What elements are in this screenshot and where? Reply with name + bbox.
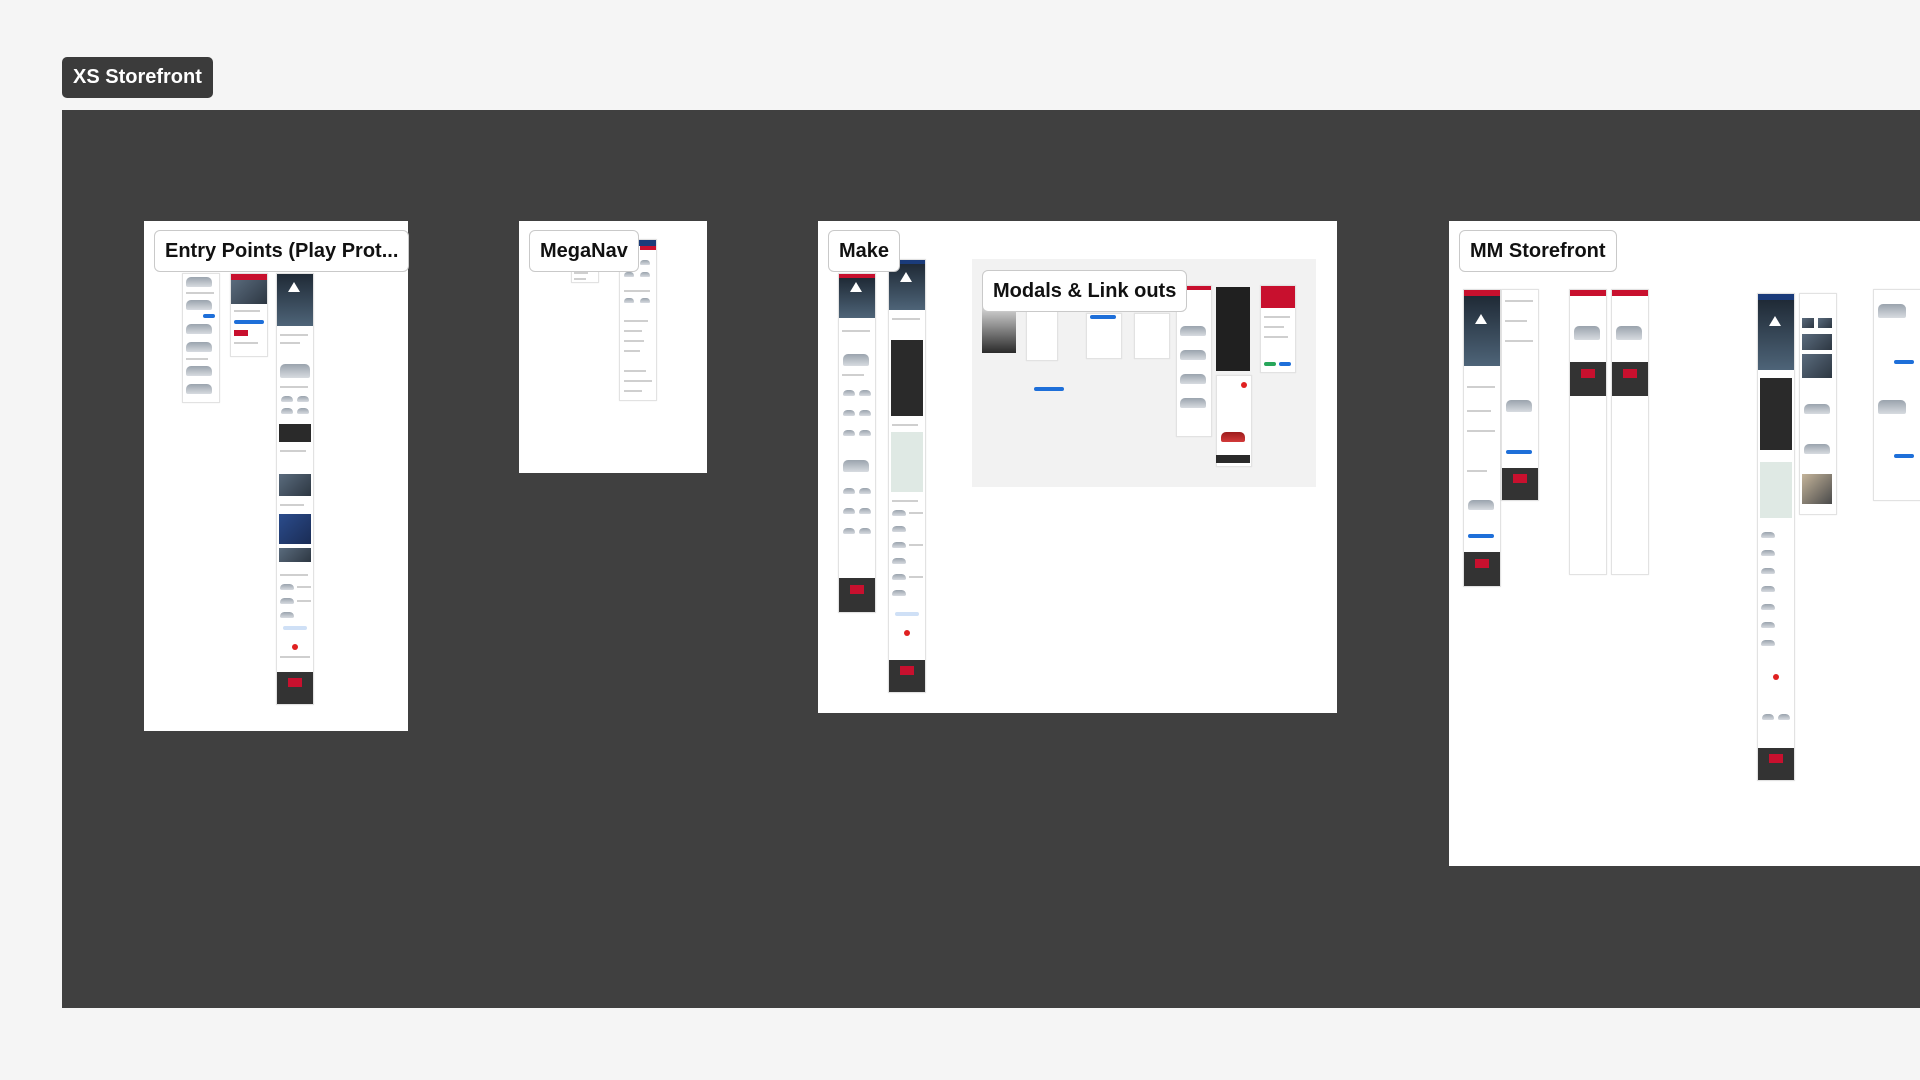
mini-screen: [1611, 289, 1649, 575]
mini-screen: [1757, 293, 1795, 781]
frame-label-meganav[interactable]: MegaNav: [529, 230, 639, 272]
frame-label-mm-storefront[interactable]: MM Storefront: [1459, 230, 1617, 272]
mini-screen: [1569, 289, 1607, 575]
mini-screen: [1463, 289, 1501, 587]
mini-screen: [230, 273, 268, 357]
mini-screen: [1873, 289, 1920, 501]
mini-screen: [1501, 289, 1539, 501]
mini-screen: [182, 273, 220, 403]
mini-screen: [276, 273, 314, 705]
frame-label-entry-points[interactable]: Entry Points (Play Prot...: [154, 230, 410, 272]
frame-mm-storefront[interactable]: [1449, 221, 1920, 866]
mini-screen: [1799, 293, 1837, 515]
frame-label-modals-link-outs[interactable]: Modals & Link outs: [982, 270, 1188, 312]
frame-label-make[interactable]: Make: [828, 230, 901, 272]
mini-screen: [838, 273, 876, 613]
frame-entry-points[interactable]: [144, 221, 408, 731]
mini-screen: [888, 259, 926, 693]
section-title-tag[interactable]: XS Storefront: [62, 57, 213, 98]
